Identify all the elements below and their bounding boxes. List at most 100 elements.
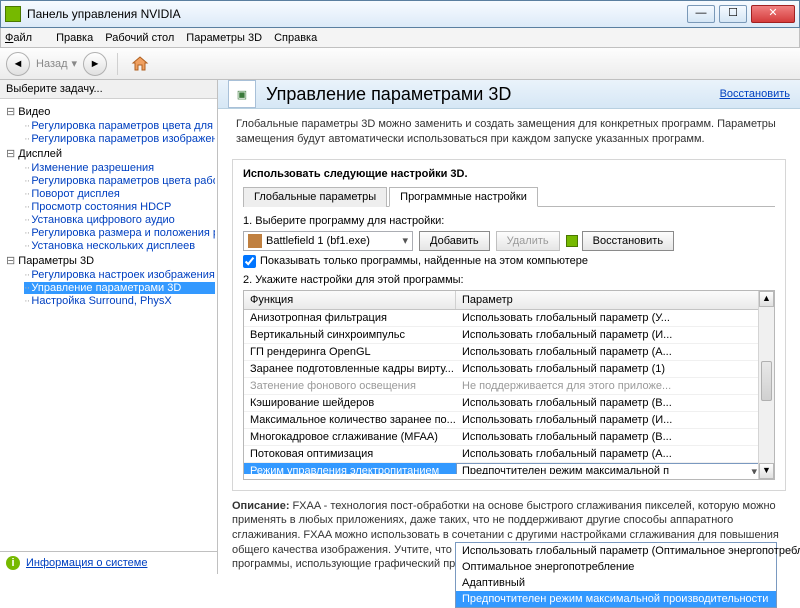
grid-scrollbar[interactable]: ▲ ▼ [758,291,774,479]
menu-file[interactable]: Файл [5,32,44,44]
row-param[interactable]: Использовать глобальный параметр (А... [456,446,774,462]
sysinfo-bar: i Информация о системе [0,551,217,574]
dropdown-option[interactable]: Использовать глобальный параметр (Оптима… [456,543,776,559]
page-description: Глобальные параметры 3D можно заменить и… [218,109,800,155]
tree-item[interactable]: Просмотр состояния HDCP [24,201,215,213]
table-row[interactable]: Вертикальный синхроимпульсИспользовать г… [244,327,774,344]
dropdown-option[interactable]: Оптимальное энергопотребление [456,559,776,575]
page-title: Управление параметрами 3D [266,84,720,105]
tree-item[interactable]: Установка нескольких дисплеев [24,240,215,252]
row-function: Затенение фонового освещения [244,378,456,394]
scroll-thumb[interactable] [761,361,772,401]
nav-tree: Видео Регулировка параметров цвета для ви… [0,99,217,551]
row-function: Вертикальный синхроимпульс [244,327,456,343]
tabs: Глобальные параметры Программные настрой… [243,186,775,207]
power-mode-dropdown[interactable]: Использовать глобальный параметр (Оптима… [455,542,777,608]
restore-link[interactable]: Восстановить [720,88,790,100]
window-title: Панель управления NVIDIA [27,7,687,21]
nvidia-dot-icon [566,235,578,247]
row-function: Режим управления электропитанием [244,463,456,474]
tree-item[interactable]: Регулировка параметров цвета рабочег [24,175,215,187]
remove-button[interactable]: Удалить [496,231,560,251]
row-param[interactable]: Использовать глобальный параметр (И... [456,412,774,428]
nav-back-button[interactable]: ◄ [6,52,30,76]
row-function: Многокадровое сглаживание (MFAA) [244,429,456,445]
row-function: Максимальное количество заранее по... [244,412,456,428]
menu-3d[interactable]: Параметры 3D [186,32,262,44]
minimize-button[interactable]: — [687,5,715,23]
show-only-checkbox[interactable]: Показывать только программы, найденные н… [243,255,775,268]
table-row[interactable]: Анизотропная фильтрацияИспользовать глоб… [244,310,774,327]
menu-desktop[interactable]: Рабочий стол [105,32,174,44]
tree-item[interactable]: Установка цифрового аудио [24,214,215,226]
grid-header-function: Функция [244,291,456,309]
menubar: Файл Правка Рабочий стол Параметры 3D Сп… [0,28,800,48]
home-icon [131,55,149,73]
table-row[interactable]: Режим управления электропитаниемПредпочт… [244,463,774,474]
tree-category[interactable]: Видео [6,105,215,118]
row-function: Заранее подготовленные кадры вирту... [244,361,456,377]
program-icon [248,234,262,248]
description-title: Описание: [232,500,290,512]
row-param[interactable]: Предпочтителен режим максимальной п [456,463,774,474]
settings-grid: Функция Параметр Анизотропная фильтрация… [243,290,775,480]
row-function: ГП рендеринга OpenGL [244,344,456,360]
dropdown-option[interactable]: Предпочтителен режим максимальной произв… [456,591,776,607]
row-param[interactable]: Использовать глобальный параметр (А... [456,344,774,360]
row-param[interactable]: Использовать глобальный параметр (В... [456,395,774,411]
program-select[interactable]: Battlefield 1 (bf1.exe) [243,231,413,251]
menu-help[interactable]: Справка [274,32,317,44]
tree-item[interactable]: Регулировка настроек изображения с пр [24,269,215,281]
program-select-value: Battlefield 1 (bf1.exe) [266,235,370,247]
tab-program[interactable]: Программные настройки [389,187,538,207]
dropdown-option[interactable]: Адаптивный [456,575,776,591]
separator [117,53,118,75]
tree-item[interactable]: Поворот дисплея [24,188,215,200]
grid-header-param: Параметр [456,291,774,309]
tree-item[interactable]: Регулировка параметров изображения д [24,133,215,145]
system-info-link[interactable]: Информация о системе [26,557,147,569]
row-param[interactable]: Использовать глобальный параметр (В... [456,429,774,445]
row-param[interactable]: Использовать глобальный параметр (И... [456,327,774,343]
tree-item[interactable]: Управление параметрами 3D [24,282,215,294]
row-param[interactable]: Не поддерживается для этого приложе... [456,378,774,394]
tree-item[interactable]: Изменение разрешения [24,162,215,174]
tab-global[interactable]: Глобальные параметры [243,187,387,207]
info-icon: i [6,556,20,570]
row-function: Анизотропная фильтрация [244,310,456,326]
scroll-down-button[interactable]: ▼ [759,463,774,479]
restore-button[interactable]: Восстановить [582,231,674,251]
tree-item[interactable]: Регулировка параметров цвета для вид [24,120,215,132]
table-row[interactable]: Затенение фонового освещенияНе поддержив… [244,378,774,395]
row-param[interactable]: Использовать глобальный параметр (У... [456,310,774,326]
tree-item[interactable]: Настройка Surround, PhysX [24,295,215,307]
toolbar: ◄ Назад ▾ ► [0,48,800,80]
table-row[interactable]: Многокадровое сглаживание (MFAA)Использо… [244,429,774,446]
row-function: Потоковая оптимизация [244,446,456,462]
grid-header: Функция Параметр [244,291,774,310]
scroll-up-button[interactable]: ▲ [759,291,774,307]
tree-item[interactable]: Регулировка размера и положения рабо [24,227,215,239]
close-button[interactable]: ✕ [751,5,795,23]
row-param[interactable]: Использовать глобальный параметр (1) [456,361,774,377]
nvidia-icon [5,6,21,22]
home-button[interactable] [128,52,152,76]
table-row[interactable]: Заранее подготовленные кадры вирту...Исп… [244,361,774,378]
table-row[interactable]: ГП рендеринга OpenGLИспользовать глобаль… [244,344,774,361]
nav-forward-button[interactable]: ► [83,52,107,76]
maximize-button[interactable]: ☐ [719,5,747,23]
menu-edit[interactable]: Правка [56,32,93,44]
tree-category[interactable]: Дисплей [6,147,215,160]
table-row[interactable]: Максимальное количество заранее по...Исп… [244,412,774,429]
show-only-checkbox-input[interactable] [243,255,256,268]
step2-label: 2. Укажите настройки для этой программы: [243,274,775,286]
sidebar-header: Выберите задачу... [0,80,217,99]
header-3d-icon: ▣ [228,80,256,108]
add-button[interactable]: Добавить [419,231,490,251]
show-only-checkbox-label: Показывать только программы, найденные н… [260,255,588,267]
nav-back-label: Назад ▾ [36,57,77,70]
sidebar: Выберите задачу... Видео Регулировка пара… [0,80,218,574]
tree-category[interactable]: Параметры 3D [6,254,215,267]
table-row[interactable]: Кэширование шейдеровИспользовать глобаль… [244,395,774,412]
table-row[interactable]: Потоковая оптимизацияИспользовать глобал… [244,446,774,463]
